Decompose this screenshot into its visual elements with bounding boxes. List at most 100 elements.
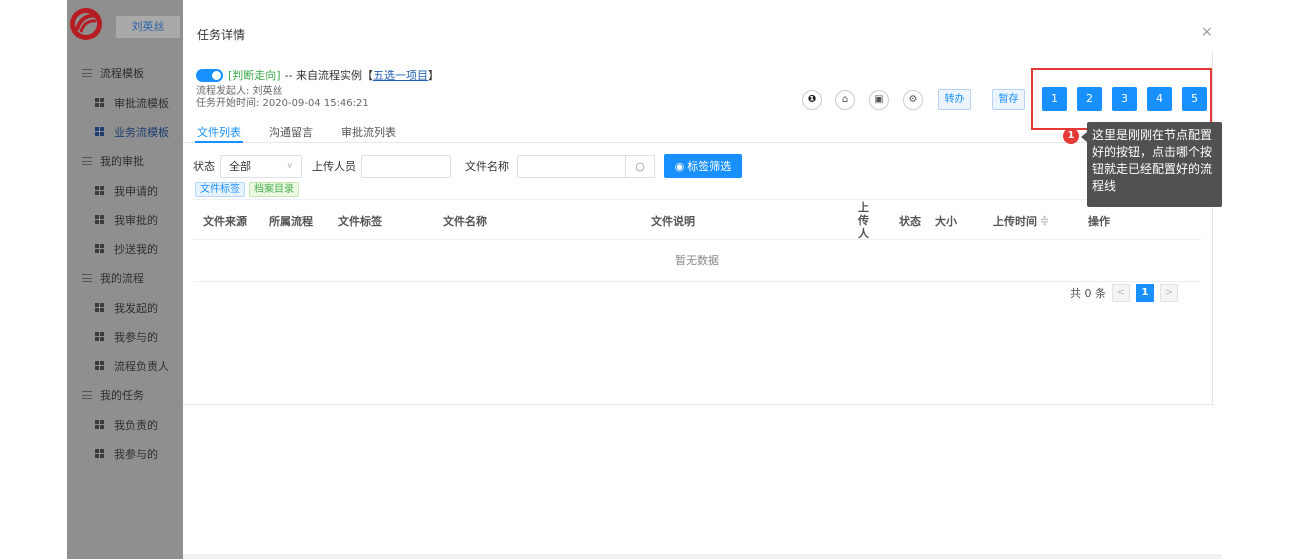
sidebar-label: 我负责的 (114, 418, 158, 432)
sidebar-label: 业务流模板 (114, 125, 169, 139)
sidebar-menu: 流程模板审批流模板业务流模板我的审批我申请的我审批的抄送我的我的流程我发起的我参… (67, 58, 183, 468)
total-count: 共 0 条 (1070, 287, 1106, 300)
sidebar-item[interactable]: 业务流模板 (67, 117, 183, 146)
tag-filter-label: 标签筛选 (687, 160, 732, 173)
save-draft-button[interactable]: 暂存 (992, 89, 1025, 110)
grid-icon (95, 98, 104, 107)
grid-icon (95, 332, 104, 341)
sidebar-label: 审批流模板 (114, 96, 169, 110)
info-icon[interactable]: ❶ (802, 90, 822, 110)
task-headline: [判断走向] -- 来自流程实例【 五选一项目 】 (196, 67, 439, 83)
archive-dir-chip[interactable]: 档案目录 (249, 182, 299, 197)
instance-link[interactable]: 五选一项目 (373, 67, 428, 83)
filter-row: 状态 全部 ∨ 上传人员 文件名称 ○ ◉ 标签筛选 (193, 154, 742, 178)
direction-toggle[interactable] (196, 68, 223, 82)
image-icon[interactable]: ▣ (869, 90, 889, 110)
sidebar-item[interactable]: 流程负责人 (67, 351, 183, 380)
from-text: -- 来自流程实例【 (284, 69, 374, 82)
sidebar-item[interactable]: 我申请的 (67, 176, 183, 205)
pagination: 共 0 条 < 1 > (1070, 284, 1178, 302)
uploader-label: 上传人员 (312, 160, 356, 173)
sidebar-label: 我的审批 (100, 155, 144, 168)
menu-lines-icon (82, 157, 92, 165)
close-icon[interactable]: × (1201, 24, 1213, 40)
tab-file-list[interactable]: 文件列表 (195, 118, 243, 143)
sidebar-group[interactable]: 流程模板 (67, 58, 183, 88)
tag-filter-button[interactable]: ◉ 标签筛选 (664, 154, 742, 178)
status-label: 状态 (193, 160, 215, 173)
col-upload-time[interactable]: 上传时间 ≑ (993, 200, 1049, 241)
col-tag: 文件标签 (338, 214, 382, 228)
table-header: 文件来源 所属流程 文件标签 文件名称 文件说明 上传人 状态 大小 上传时间 … (193, 199, 1201, 240)
sidebar-label: 我申请的 (114, 184, 158, 198)
menu-lines-icon (82, 274, 92, 282)
grid-icon (95, 361, 104, 370)
start-time-text: 任务开始时间: 2020-09-04 15:46:21 (196, 98, 369, 109)
page-1-button[interactable]: 1 (1136, 284, 1154, 302)
status-value: 全部 (229, 160, 251, 173)
grid-icon (95, 127, 104, 136)
from-end: 】 (428, 69, 440, 82)
grid-icon (95, 215, 104, 224)
sidebar-group[interactable]: 我的任务 (67, 380, 183, 410)
settings-icon[interactable]: ⚙ (903, 90, 923, 110)
sidebar-label: 我参与的 (114, 330, 158, 344)
transfer-button[interactable]: 转办 (938, 89, 971, 110)
sidebar-group[interactable]: 我的流程 (67, 263, 183, 293)
grid-icon (95, 449, 104, 458)
grid-icon (95, 244, 104, 253)
search-icon[interactable]: ○ (625, 154, 655, 178)
step-badge: 1 (1063, 128, 1079, 144)
lock-icon[interactable]: ⌂ (835, 90, 855, 110)
next-page-icon[interactable]: > (1160, 284, 1178, 302)
tab-bar: 文件列表 沟通留言 审批流列表 (183, 118, 1213, 143)
sidebar-item[interactable]: 我审批的 (67, 205, 183, 234)
grid-icon (95, 186, 104, 195)
prev-page-icon[interactable]: < (1112, 284, 1130, 302)
file-tag-chip[interactable]: 文件标签 (195, 182, 245, 197)
task-card: [判断走向] -- 来自流程实例【 五选一项目 】 流程发起人: 刘英丝 任务开… (183, 52, 1213, 405)
sidebar-label: 流程模板 (100, 67, 144, 80)
user-name-chip[interactable]: 刘英丝 (116, 16, 180, 38)
filename-label: 文件名称 (465, 160, 509, 173)
sidebar-label: 流程负责人 (114, 359, 169, 373)
col-description: 文件说明 (651, 214, 695, 228)
col-upload-time-label: 上传时间 (993, 214, 1037, 228)
uploader-input[interactable] (361, 154, 451, 178)
col-uploader: 上传人 (858, 201, 869, 240)
sidebar-item[interactable]: 我参与的 (67, 439, 183, 468)
sidebar-label: 我发起的 (114, 301, 158, 315)
sidebar-item[interactable]: 我发起的 (67, 293, 183, 322)
sidebar-label: 抄送我的 (114, 242, 158, 256)
sidebar-label: 我审批的 (114, 213, 158, 227)
file-table: 文件来源 所属流程 文件标签 文件名称 文件说明 上传人 状态 大小 上传时间 … (193, 199, 1201, 282)
app-logo (67, 6, 107, 42)
col-size: 大小 (935, 214, 957, 228)
sort-icon[interactable]: ≑ (1040, 214, 1049, 227)
dialog-title: 任务详情 (197, 28, 246, 42)
menu-lines-icon (82, 391, 92, 399)
tab-approval-list[interactable]: 审批流列表 (339, 118, 398, 143)
col-source: 文件来源 (203, 214, 247, 228)
filename-input[interactable] (517, 154, 625, 178)
task-tag: [判断走向] (228, 69, 281, 82)
sidebar-label: 我参与的 (114, 447, 158, 461)
menu-lines-icon (82, 69, 92, 77)
sidebar-group[interactable]: 我的审批 (67, 146, 183, 176)
tab-messages[interactable]: 沟通留言 (267, 118, 315, 143)
empty-state: 暂无数据 (193, 240, 1201, 282)
bottom-divider (183, 554, 1222, 559)
sidebar-item[interactable]: 我负责的 (67, 410, 183, 439)
annotation-tooltip: 这里是刚刚在节点配置好的按钮，点击哪个按钮就走已经配置好的流程线 (1081, 122, 1222, 207)
grid-icon (95, 420, 104, 429)
sidebar-label: 我的流程 (100, 272, 144, 285)
status-select[interactable]: 全部 ∨ (220, 154, 302, 178)
chip-row: 文件标签 档案目录 (195, 182, 303, 197)
sidebar-item[interactable]: 审批流模板 (67, 88, 183, 117)
col-filename: 文件名称 (443, 214, 487, 228)
col-process: 所属流程 (269, 214, 313, 228)
chevron-down-icon: ∨ (286, 161, 293, 171)
grid-icon (95, 303, 104, 312)
sidebar-item[interactable]: 抄送我的 (67, 234, 183, 263)
sidebar-item[interactable]: 我参与的 (67, 322, 183, 351)
